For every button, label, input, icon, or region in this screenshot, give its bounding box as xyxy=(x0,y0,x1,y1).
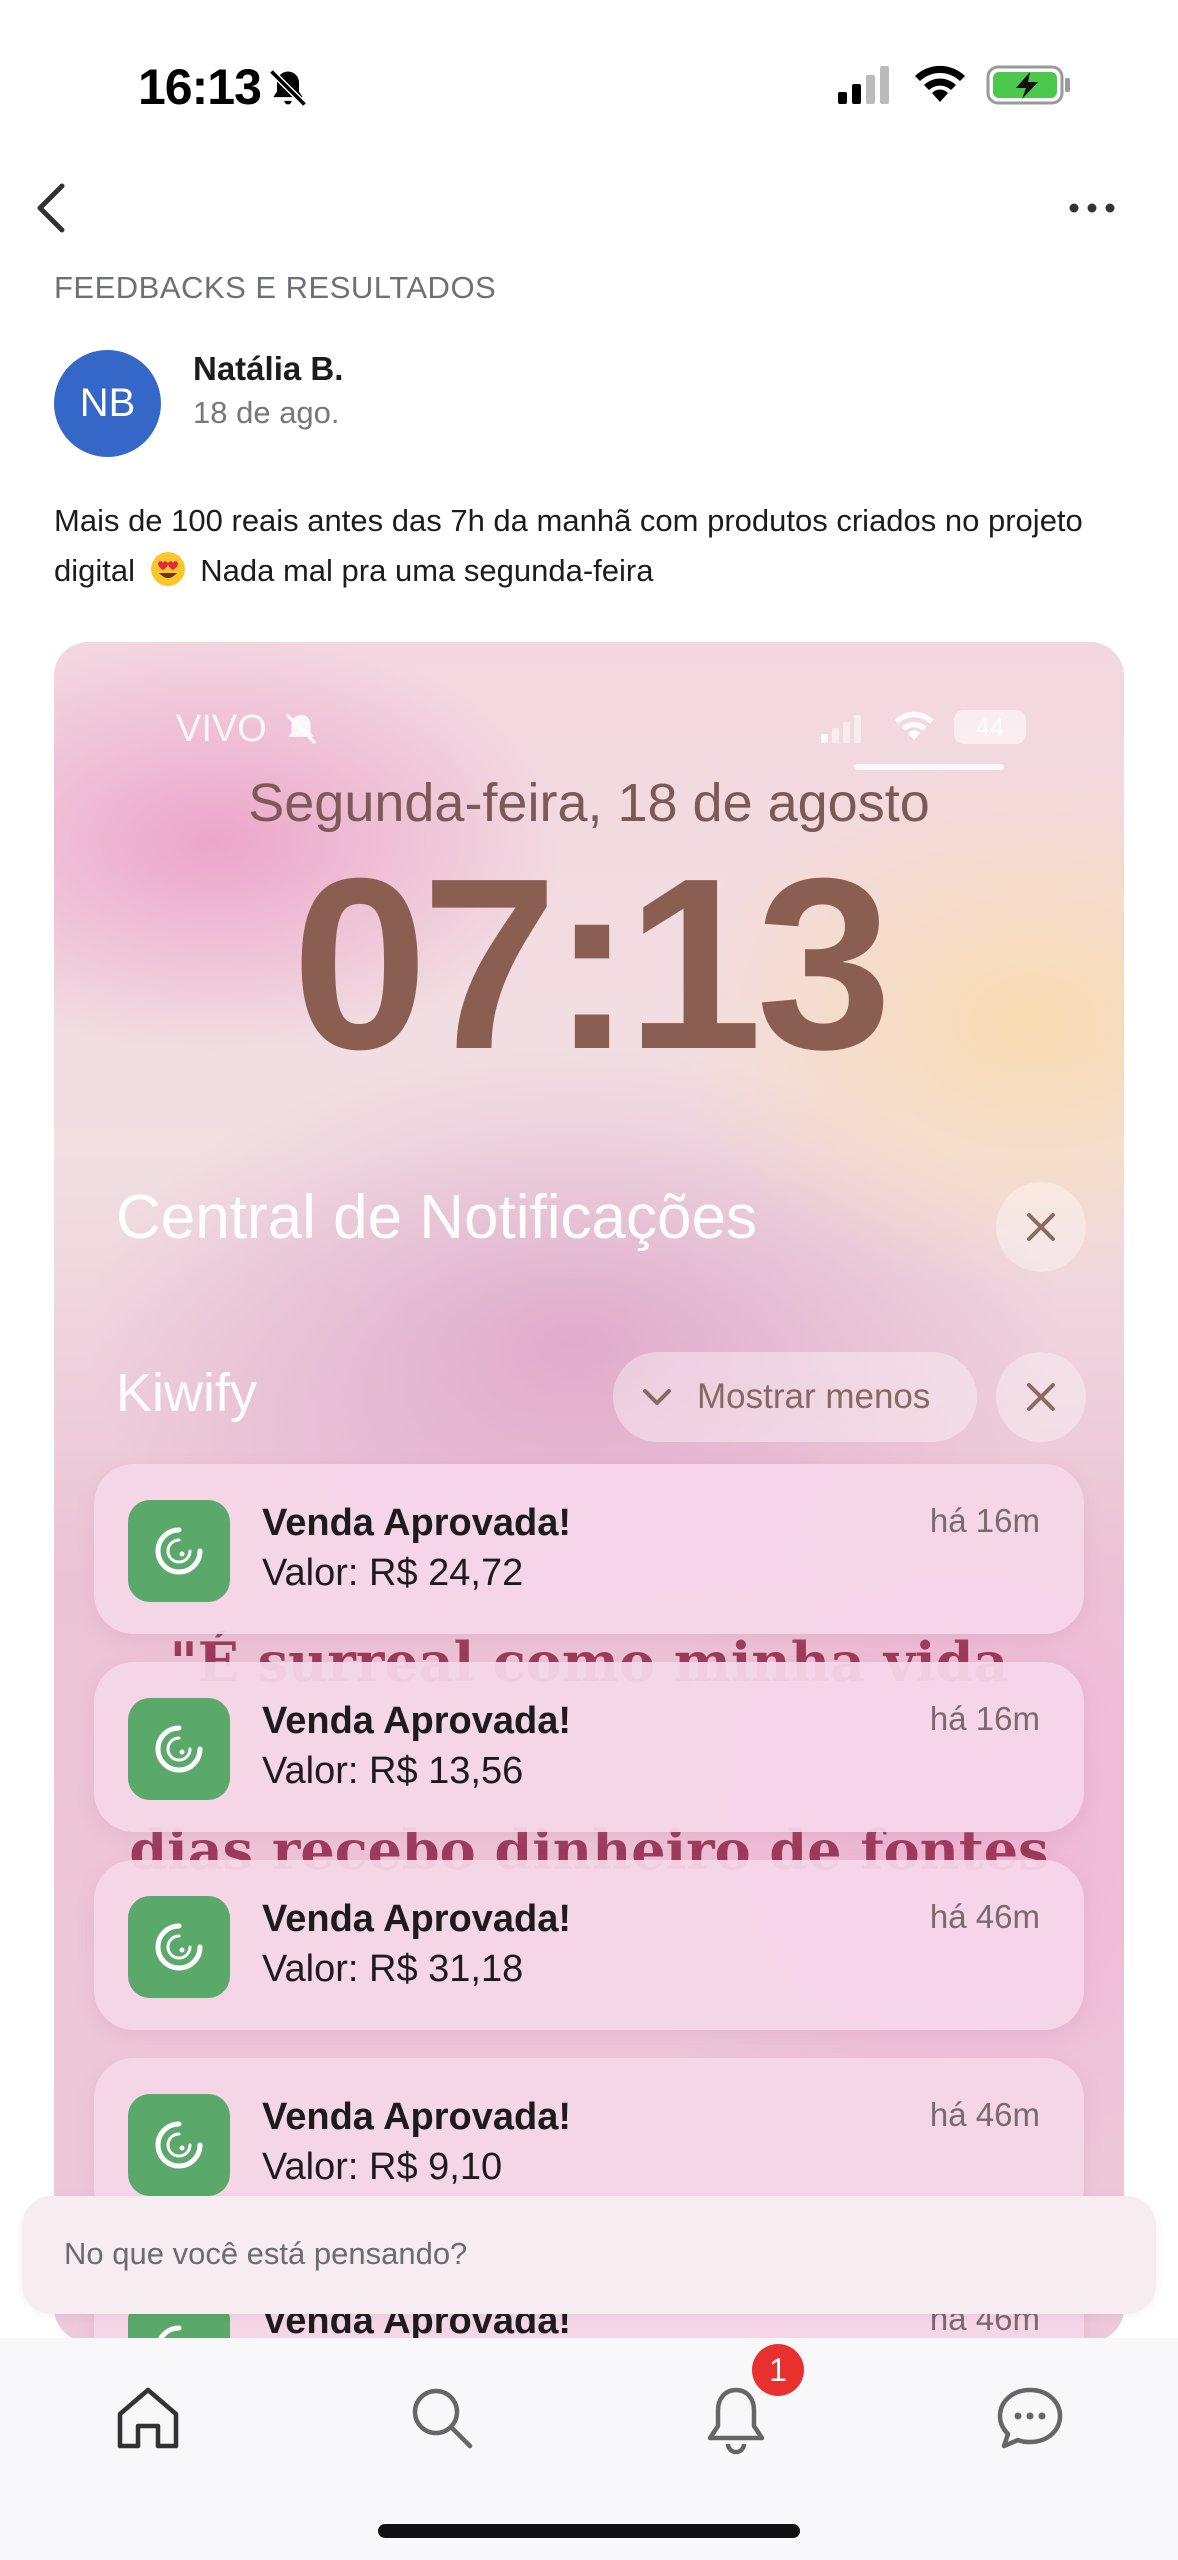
wifi-icon xyxy=(894,711,934,741)
notification-time: há 16m xyxy=(929,1700,1040,1737)
tab-search[interactable] xyxy=(402,2378,482,2458)
home-indicator xyxy=(378,2524,800,2538)
notification-badge: 1 xyxy=(752,2344,804,2396)
chat-icon xyxy=(997,2387,1063,2449)
kiwify-app-icon xyxy=(128,1500,230,1602)
kiwi-icon xyxy=(155,1923,203,1971)
battery-charging-icon xyxy=(986,65,1070,105)
notification-value: Valor: R$ 24,72 xyxy=(262,1552,524,1594)
kiwi-icon xyxy=(155,1725,203,1773)
notification-title: Venda Aprovada! xyxy=(262,1700,572,1742)
notification-app-name: Kiwify xyxy=(116,1363,258,1423)
cellular-signal-icon xyxy=(838,66,889,104)
show-less-button[interactable]: Mostrar menos xyxy=(613,1352,977,1442)
notification-title: Venda Aprovada! xyxy=(262,1502,572,1544)
notification-card[interactable]: Venda Aprovada! Valor: R$ 31,18 há 46m xyxy=(94,1860,1084,2030)
notification-time: há 16m xyxy=(929,1502,1040,1539)
dismiss-group-button[interactable] xyxy=(996,1352,1086,1442)
lockscreen-battery: 44 xyxy=(954,710,1026,744)
cellular-signal-icon xyxy=(821,715,861,743)
post-image[interactable]: VIVO 44 Segunda-feira, 18 de agosto 07:1… xyxy=(54,642,1124,2342)
lockscreen-date: Segunda-feira, 18 de agosto xyxy=(248,773,930,833)
home-icon xyxy=(117,2387,179,2449)
post-category[interactable]: FEEDBACKS E RESULTADOS xyxy=(54,270,496,306)
tab-home[interactable] xyxy=(108,2378,188,2458)
status-time: 16:13 xyxy=(138,59,262,115)
notification-value: Valor: R$ 9,10 xyxy=(262,2146,503,2188)
back-button[interactable] xyxy=(26,176,78,240)
notification-card[interactable]: Venda Aprovada! Valor: R$ 24,72 há 16m xyxy=(94,1464,1084,1634)
notification-time: há 46m xyxy=(929,2096,1040,2133)
status-bar: 16:13 xyxy=(0,0,1178,170)
notification-value: Valor: R$ 13,56 xyxy=(262,1750,524,1792)
kiwify-app-icon xyxy=(128,1698,230,1800)
notification-title: Venda Aprovada! xyxy=(262,2096,572,2138)
tab-chat[interactable] xyxy=(990,2378,1070,2458)
lockscreen-clock: 07:13 xyxy=(291,827,892,1100)
composer-placeholder[interactable]: No que você está pensando? xyxy=(64,2236,467,2272)
author-name[interactable]: Natália B. xyxy=(193,350,343,388)
post-text-part2: Nada mal pra uma segunda-feira xyxy=(200,553,654,588)
heart-eyes-emoji-icon xyxy=(150,552,185,586)
chevron-down-icon xyxy=(643,1389,671,1405)
avatar[interactable]: NB xyxy=(54,350,161,457)
bell-slash-icon xyxy=(285,713,317,745)
kiwi-icon xyxy=(155,1527,203,1575)
kiwify-app-icon xyxy=(128,2094,230,2196)
search-icon xyxy=(412,2388,473,2449)
notification-center-title: Central de Notificações xyxy=(116,1183,757,1252)
notification-time: há 46m xyxy=(929,1898,1040,1935)
kiwi-icon xyxy=(155,2121,203,2169)
notification-card[interactable]: Venda Aprovada! Valor: R$ 13,56 há 16m xyxy=(94,1662,1084,1832)
post-date: 18 de ago. xyxy=(193,395,340,430)
bell-slash-icon xyxy=(269,69,307,107)
more-options-icon[interactable] xyxy=(1066,190,1118,226)
notification-value: Valor: R$ 31,18 xyxy=(262,1948,524,1990)
kiwify-app-icon xyxy=(128,1896,230,1998)
close-icon xyxy=(1027,1213,1055,1241)
post-text: Mais de 100 reais antes das 7h da manhã … xyxy=(54,496,1134,596)
notification-title: Venda Aprovada! xyxy=(262,1898,572,1940)
wifi-icon xyxy=(915,65,965,102)
lockscreen-carrier: VIVO xyxy=(176,708,267,750)
lockscreen-indicator-bar xyxy=(854,764,1004,770)
close-icon xyxy=(1027,1383,1055,1411)
clear-all-button[interactable] xyxy=(996,1182,1086,1272)
show-less-label: Mostrar menos xyxy=(697,1377,931,1416)
post-composer[interactable]: No que você está pensando? xyxy=(22,2196,1156,2314)
